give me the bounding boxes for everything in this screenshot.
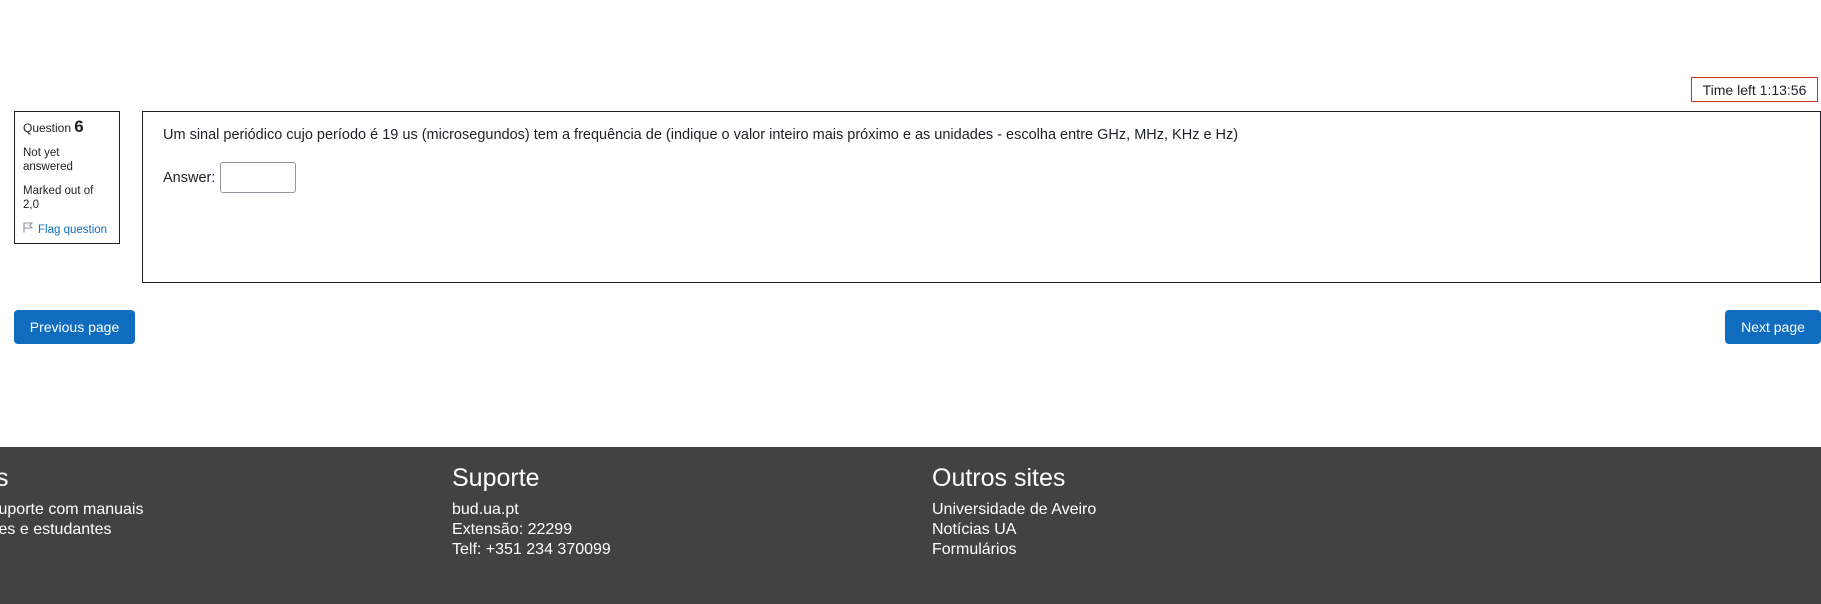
question-content: Um sinal periódico cujo período é 19 us …	[142, 111, 1821, 283]
next-page-button[interactable]: Next page	[1725, 310, 1821, 344]
question-grade: Marked out of 2,0	[23, 185, 94, 211]
flag-question-label: Flag question	[38, 223, 108, 236]
question-label: Question	[23, 121, 72, 135]
question-info-panel: Question 6 Not yet answered Marked out o…	[14, 111, 120, 244]
footer-manuais-section: Manuais Página de suporte com manuais pa…	[0, 462, 143, 540]
question-text: Um sinal periódico cujo período é 19 us …	[163, 127, 1239, 143]
footer-suporte-extension: Extensão: 22299	[452, 521, 573, 538]
footer-manuais-title: Manuais	[0, 464, 9, 492]
footer-suporte-website[interactable]: bud.ua.pt	[452, 500, 611, 520]
footer-link-universidade[interactable]: Universidade de Aveiro	[932, 500, 1096, 520]
footer: Manuais Página de suporte com manuais pa…	[0, 447, 1821, 604]
flag-question-link[interactable]: Flag question	[23, 222, 111, 237]
answer-row: Answer:	[163, 162, 1800, 193]
footer-manuais-line-2[interactable]: para docentes e estudantes	[0, 520, 143, 540]
footer-manuais-line-1[interactable]: Página de suporte com manuais	[0, 500, 143, 520]
footer-link-noticias[interactable]: Notícias UA	[932, 520, 1096, 540]
time-left-indicator: Time left 1:13:56	[1691, 77, 1818, 102]
previous-page-button[interactable]: Previous page	[14, 310, 135, 344]
question-state: Not yet answered	[23, 147, 73, 173]
footer-suporte-title: Suporte	[452, 464, 540, 492]
answer-input[interactable]	[220, 162, 297, 193]
time-left-text: Time left 1:13:56	[1702, 81, 1807, 98]
footer-suporte-section: Suporte bud.ua.pt Extensão: 22299 Telf: …	[452, 462, 611, 560]
question-number: Question 6	[23, 117, 111, 136]
footer-outros-sites-section: Outros sites Universidade de Aveiro Notí…	[932, 462, 1096, 560]
flag-icon	[23, 222, 34, 237]
footer-suporte-phone: Telf: +351 234 370099	[452, 541, 611, 558]
footer-link-formularios[interactable]: Formulários	[932, 540, 1096, 560]
footer-outros-sites-title: Outros sites	[932, 464, 1066, 492]
question-number-value: 6	[74, 117, 84, 136]
answer-label: Answer:	[163, 169, 216, 186]
